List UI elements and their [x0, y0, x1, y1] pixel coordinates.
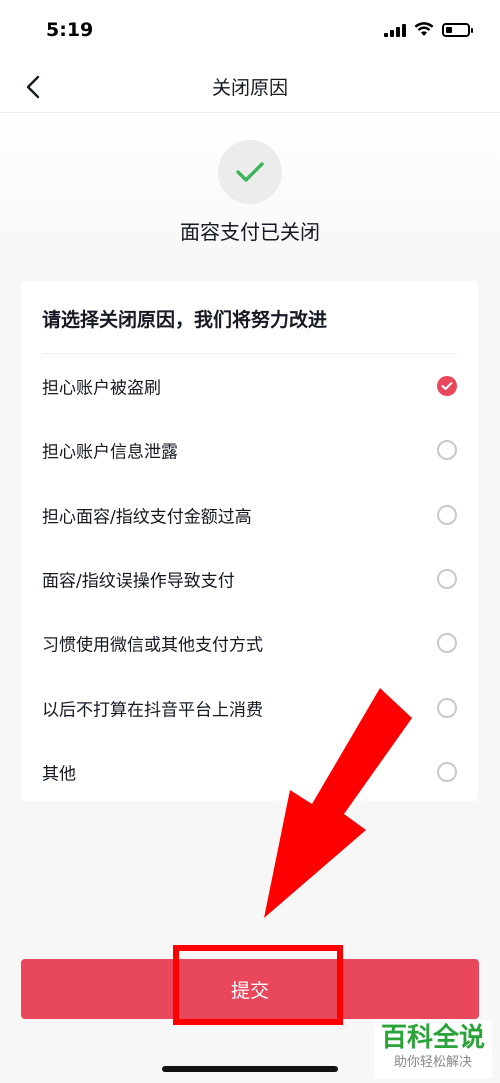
reason-label: 以后不打算在抖音平台上消费: [42, 700, 263, 721]
success-badge: [218, 140, 282, 204]
radio-unchecked-icon[interactable]: [437, 440, 457, 461]
reason-option[interactable]: 担心面容/指纹支付金额过高: [21, 483, 478, 547]
cellular-signal-icon: [384, 23, 406, 37]
checkmark-icon: [441, 382, 453, 391]
submit-button-label: 提交: [230, 979, 269, 1002]
reason-list: 担心账户被盗刷 担心账户信息泄露担心面容/指纹支付金额过高 面容/指纹误操作导致支付…: [21, 354, 478, 804]
radio-unchecked-icon[interactable]: [437, 761, 457, 782]
status-bar: 5:19: [0, 0, 500, 62]
reason-label: 其他: [42, 764, 76, 785]
radio-unchecked-icon[interactable]: [437, 504, 457, 525]
card-title: 请选择关闭原因，我们将努力改进: [42, 309, 328, 331]
reason-option[interactable]: 面容/指纹误操作导致支付: [21, 547, 478, 611]
home-indicator[interactable]: [162, 1066, 338, 1072]
watermark-subtitle: 助你轻松解决: [393, 1055, 472, 1070]
radio-unchecked-icon[interactable]: [437, 697, 457, 718]
watermark-title: 百科全说: [380, 1023, 485, 1053]
reason-label: 面容/指纹误操作导致支付: [42, 571, 235, 592]
radio-unchecked-icon[interactable]: [437, 569, 457, 590]
watermark-logo: 百科全说 助你轻松解决: [374, 1020, 492, 1078]
result-title: 面容支付已关闭: [180, 220, 320, 244]
reason-label: 习惯使用微信或其他支付方式: [42, 635, 263, 656]
reason-label: 担心面容/指纹支付金额过高: [42, 507, 252, 528]
radio-checked-icon[interactable]: [437, 376, 457, 397]
nav-bar: 关闭原因: [0, 62, 500, 113]
reason-label: 担心账户被盗刷: [42, 378, 161, 399]
wifi-icon: [414, 22, 434, 36]
status-time: 5:19: [46, 19, 94, 41]
reason-option[interactable]: 担心账户被盗刷: [21, 354, 478, 418]
reason-option[interactable]: 以后不打算在抖音平台上消费: [21, 675, 478, 739]
page-title: 关闭原因: [211, 77, 288, 99]
reason-option[interactable]: 担心账户信息泄露: [21, 418, 478, 482]
reason-label: 担心账户信息泄露: [42, 442, 178, 463]
reason-option[interactable]: 习惯使用微信或其他支付方式: [21, 611, 478, 675]
status-icons: [384, 22, 473, 37]
battery-icon: [442, 22, 473, 37]
radio-unchecked-icon[interactable]: [437, 633, 457, 654]
result-header: 面容支付已关闭: [0, 113, 500, 263]
reasons-card: 请选择关闭原因，我们将努力改进 担心账户被盗刷 担心账户信息泄露担心面容/指纹支付…: [21, 281, 478, 801]
submit-button[interactable]: 提交: [21, 959, 479, 1019]
battery-level: [446, 26, 452, 33]
checkmark-icon: [236, 162, 264, 182]
reason-option[interactable]: 其他: [21, 740, 478, 804]
